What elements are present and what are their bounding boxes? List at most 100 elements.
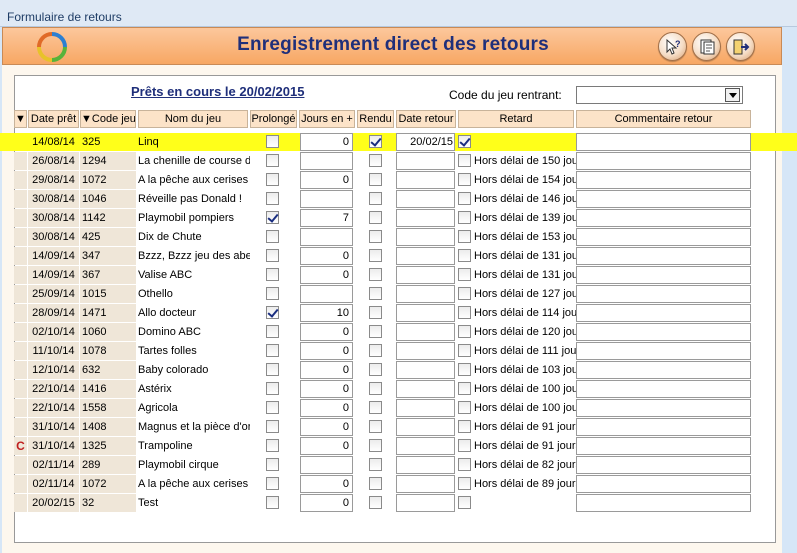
date-retour-field[interactable] [396,171,455,189]
jours-en-plus-field[interactable]: 0 [300,323,353,341]
rendu-checkbox[interactable] [369,401,382,414]
retard-checkbox[interactable] [458,306,471,319]
col-date-retour[interactable]: Date retour [396,110,456,128]
row-marker[interactable] [14,152,27,170]
row-marker[interactable] [14,475,27,493]
row-marker[interactable]: C [14,437,27,455]
date-retour-field[interactable] [396,247,455,265]
date-retour-field[interactable] [396,437,455,455]
date-retour-field[interactable] [396,228,455,246]
jours-en-plus-field[interactable]: 0 [300,399,353,417]
prolonge-checkbox[interactable] [266,154,279,167]
row-marker[interactable] [14,323,27,341]
row-marker[interactable] [14,380,27,398]
prolonge-checkbox[interactable] [266,173,279,186]
date-retour-field[interactable]: 20/02/15 [396,133,455,151]
prolonge-checkbox[interactable] [266,211,279,224]
date-retour-field[interactable] [396,399,455,417]
prolonge-checkbox[interactable] [266,401,279,414]
prolonge-checkbox[interactable] [266,477,279,490]
jours-en-plus-field[interactable]: 0 [300,494,353,512]
col-code-jeu[interactable]: ▼Code jeu [80,110,136,128]
rendu-checkbox[interactable] [369,458,382,471]
row-marker[interactable] [14,342,27,360]
prolonge-checkbox[interactable] [266,382,279,395]
jours-en-plus-field[interactable]: 0 [300,437,353,455]
prolonge-checkbox[interactable] [266,230,279,243]
col-prolonge[interactable]: Prolongé [250,110,297,128]
rendu-checkbox[interactable] [369,173,382,186]
rendu-checkbox[interactable] [369,154,382,167]
commentaire-field[interactable] [576,304,751,322]
commentaire-field[interactable] [576,171,751,189]
table-row[interactable]: 14/09/14 367 Valise ABC 0 Hors délai de 131 … [0,266,797,284]
dropdown-button[interactable] [725,88,740,102]
date-retour-field[interactable] [396,475,455,493]
jours-en-plus-field[interactable]: 0 [300,247,353,265]
rendu-checkbox[interactable] [369,306,382,319]
rendu-checkbox[interactable] [369,344,382,357]
table-row[interactable]: 14/09/14347Bzzz, Bzzz jeu des abeille 0 Ho… [0,247,797,265]
jours-en-plus-field[interactable]: 0 [300,133,353,151]
date-retour-field[interactable] [396,304,455,322]
row-marker[interactable] [14,456,27,474]
exit-button[interactable] [726,32,755,61]
table-row[interactable]: 25/09/14 1015 Othello Hors délai de 127 jou… [0,285,797,303]
jours-en-plus-field[interactable] [300,190,353,208]
retard-checkbox[interactable] [458,230,471,243]
table-row[interactable]: 26/08/141294La chenille de course de R Ho… [0,152,797,170]
retard-checkbox[interactable] [458,496,471,509]
retard-checkbox[interactable] [458,325,471,338]
prolonge-checkbox[interactable] [266,249,279,262]
commentaire-field[interactable] [576,285,751,303]
date-retour-field[interactable] [396,152,455,170]
table-row[interactable]: 11/10/14 1078 Tartes folles 0 Hors délai de … [0,342,797,360]
jours-en-plus-field[interactable]: 0 [300,418,353,436]
prolonge-checkbox[interactable] [266,268,279,281]
commentaire-field[interactable] [576,475,751,493]
report-button[interactable] [692,32,721,61]
rendu-checkbox[interactable] [369,287,382,300]
row-marker[interactable] [14,266,27,284]
prolonge-checkbox[interactable] [266,420,279,433]
date-retour-field[interactable] [396,209,455,227]
prolonge-checkbox[interactable] [266,135,279,148]
commentaire-field[interactable] [576,228,751,246]
row-marker[interactable] [14,285,27,303]
jours-en-plus-field[interactable]: 0 [300,475,353,493]
date-retour-field[interactable] [396,361,455,379]
retard-checkbox[interactable] [458,439,471,452]
rendu-checkbox[interactable] [369,496,382,509]
table-row[interactable]: 30/08/14 1142 Playmobil pompiers 7 Hors déla… [0,209,797,227]
row-marker[interactable] [14,304,27,322]
jours-en-plus-field[interactable] [300,228,353,246]
code-jeu-select[interactable] [576,86,743,104]
retard-checkbox[interactable] [458,477,471,490]
table-row[interactable]: 12/10/14 632 Baby colorado 0 Hors délai de 1… [0,361,797,379]
rendu-checkbox[interactable] [369,249,382,262]
row-marker[interactable] [14,171,27,189]
date-retour-field[interactable] [396,342,455,360]
prolonge-checkbox[interactable] [266,306,279,319]
prolonge-checkbox[interactable] [266,496,279,509]
commentaire-field[interactable] [576,247,751,265]
commentaire-field[interactable] [576,342,751,360]
rendu-checkbox[interactable] [369,420,382,433]
prolonge-checkbox[interactable] [266,458,279,471]
table-row[interactable]: 22/10/14 1416 Astérix 0 Hors délai de 100 jo… [0,380,797,398]
commentaire-field[interactable] [576,399,751,417]
jours-en-plus-field[interactable]: 10 [300,304,353,322]
retard-checkbox[interactable] [458,401,471,414]
row-marker[interactable] [14,361,27,379]
rendu-checkbox[interactable] [369,439,382,452]
retard-checkbox[interactable] [458,135,471,148]
jours-en-plus-field[interactable]: 0 [300,266,353,284]
jours-en-plus-field[interactable]: 0 [300,171,353,189]
commentaire-field[interactable] [576,266,751,284]
table-row[interactable]: C 31/10/14 1325 Trampoline 0 Hors délai de 91… [0,437,797,455]
prolonge-checkbox[interactable] [266,192,279,205]
prolonge-checkbox[interactable] [266,325,279,338]
commentaire-field[interactable] [576,323,751,341]
col-commentaire[interactable]: Commentaire retour [576,110,751,128]
date-retour-field[interactable] [396,494,455,512]
